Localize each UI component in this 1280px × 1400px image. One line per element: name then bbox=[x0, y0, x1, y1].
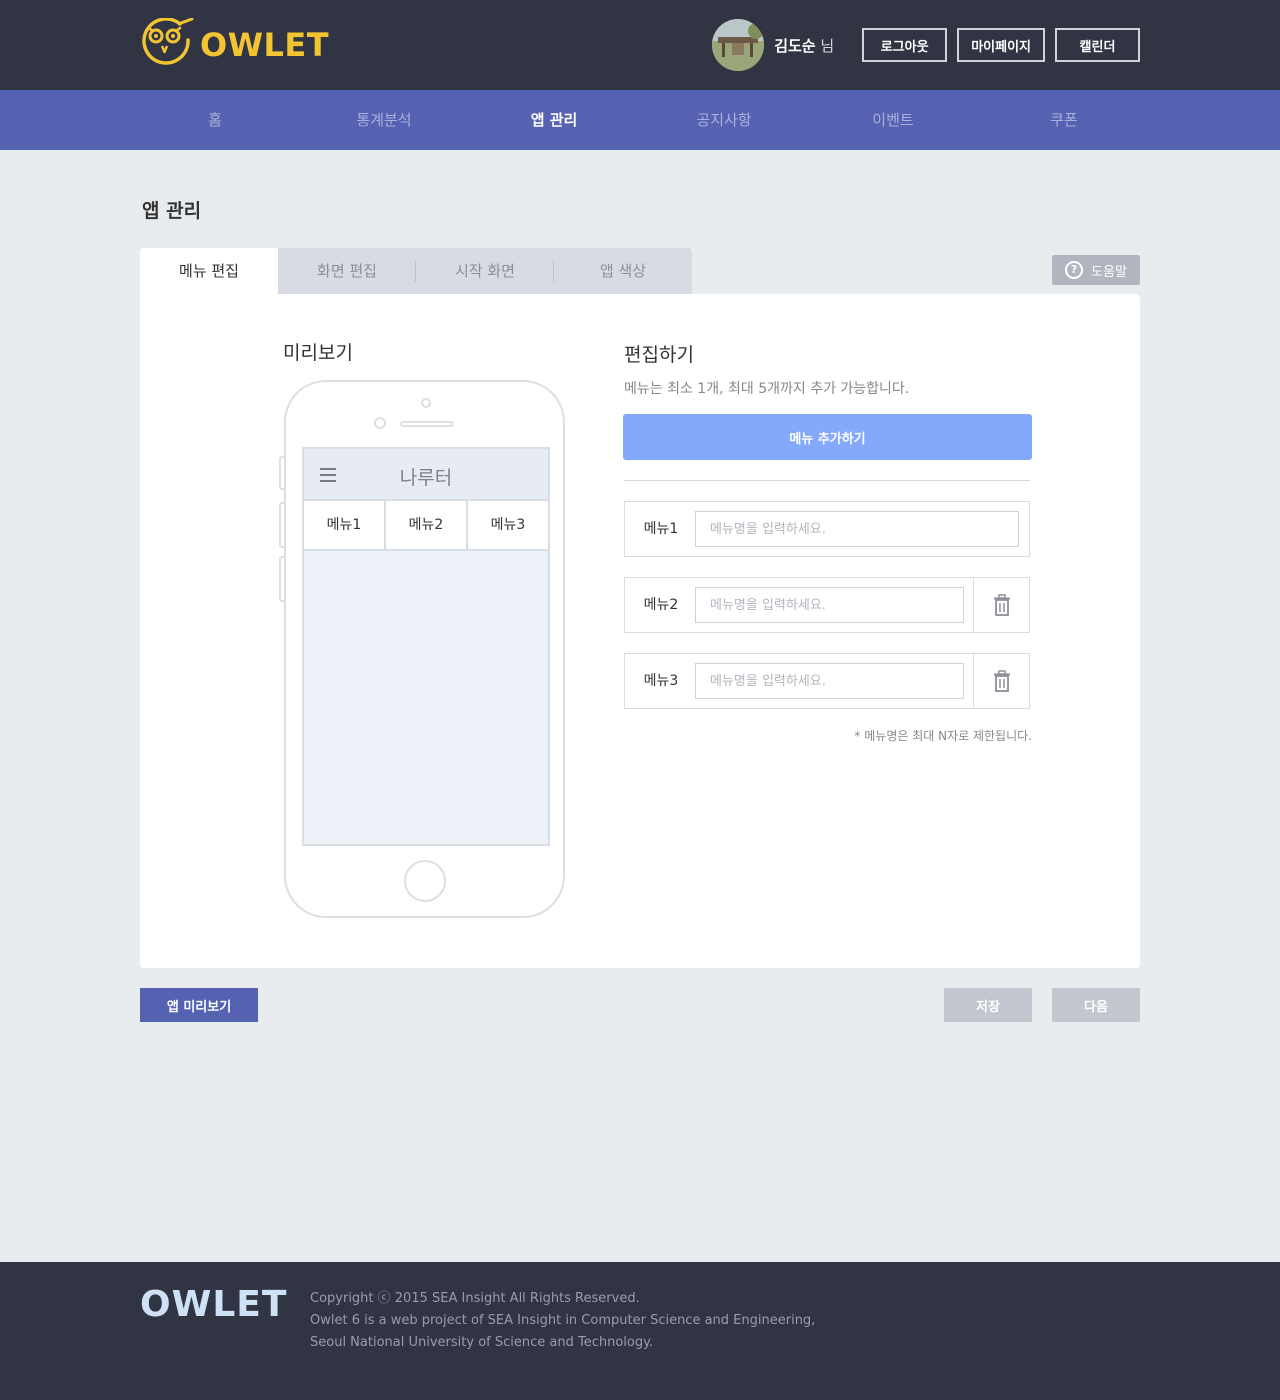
help-button[interactable]: ? 도움말 bbox=[1052, 255, 1140, 285]
trash-icon bbox=[993, 594, 1010, 616]
save-button[interactable]: 저장 bbox=[944, 988, 1032, 1022]
menu-row-label: 메뉴2 bbox=[643, 597, 679, 613]
tab-divider bbox=[415, 260, 416, 282]
calendar-button[interactable]: 캘린더 bbox=[1055, 28, 1140, 62]
nav-item-events[interactable]: 이벤트 bbox=[872, 90, 913, 150]
phone-camera bbox=[374, 417, 386, 429]
menu-name-input[interactable] bbox=[695, 511, 1019, 547]
app-preview-button[interactable]: 앱 미리보기 bbox=[140, 988, 258, 1022]
footer: OWLET Copyright ⓒ 2015 SEA Insight All R… bbox=[0, 1262, 1280, 1400]
tab-start-screen[interactable]: 시작 화면 bbox=[416, 248, 554, 294]
editor-description: 메뉴는 최소 1개, 최대 5개까지 추가 가능합니다. bbox=[624, 381, 910, 397]
menu-row-label: 메뉴3 bbox=[643, 673, 679, 689]
tab-bar: 메뉴 편집 화면 편집 시작 화면 앱 색상 bbox=[140, 248, 692, 294]
next-button[interactable]: 다음 bbox=[1052, 988, 1140, 1022]
nav-item-coupons[interactable]: 쿠폰 bbox=[1050, 90, 1078, 150]
phone-preview: 나루터 메뉴1 메뉴2 메뉴3 bbox=[284, 380, 565, 918]
nav-item-statistics[interactable]: 통계분석 bbox=[356, 90, 411, 150]
tab-screen-edit[interactable]: 화면 편집 bbox=[278, 248, 416, 294]
help-label: 도움말 bbox=[1091, 264, 1127, 280]
avatar[interactable] bbox=[712, 19, 765, 71]
footer-line: Copyright ⓒ 2015 SEA Insight All Rights … bbox=[310, 1291, 640, 1306]
menu-row: 메뉴3 bbox=[624, 653, 1030, 709]
logout-button[interactable]: 로그아웃 bbox=[862, 28, 948, 62]
brand-name: OWLET bbox=[200, 26, 330, 64]
preview-menu-item: 메뉴2 bbox=[386, 501, 468, 549]
menu-row: 메뉴2 bbox=[624, 577, 1030, 633]
preview-app-header: 나루터 bbox=[304, 449, 548, 501]
user-area: 김도순 님 로그아웃 마이페이지 캘린더 bbox=[712, 18, 1140, 72]
owl-logo-icon bbox=[142, 18, 194, 65]
user-name: 김도순 님 bbox=[774, 36, 835, 55]
footer-line: Owlet 6 is a web project of SEA Insight … bbox=[310, 1313, 816, 1328]
preview-title: 미리보기 bbox=[283, 342, 353, 364]
phone-home-button bbox=[404, 860, 446, 902]
menu-row-label: 메뉴1 bbox=[643, 521, 679, 537]
menu-name-input[interactable] bbox=[695, 587, 964, 623]
preview-menu-bar: 메뉴1 메뉴2 메뉴3 bbox=[304, 501, 548, 551]
tab-menu-edit[interactable]: 메뉴 편집 bbox=[140, 248, 278, 294]
preview-menu-item: 메뉴1 bbox=[304, 501, 386, 549]
top-header: OWLET 김도순 님 로그아웃 마이페이지 캘린더 bbox=[0, 0, 1280, 90]
mypage-button[interactable]: 마이페이지 bbox=[957, 28, 1045, 62]
delete-menu-button[interactable] bbox=[973, 654, 1029, 708]
owlet-logo[interactable]: OWLET bbox=[140, 18, 329, 72]
delete-menu-button[interactable] bbox=[973, 578, 1029, 632]
preview-app-title: 나루터 bbox=[399, 467, 453, 489]
editor-title: 편집하기 bbox=[624, 344, 694, 366]
nav-item-notices[interactable]: 공지사항 bbox=[696, 90, 751, 150]
tab-divider bbox=[553, 260, 554, 282]
page-title: 앱 관리 bbox=[142, 200, 202, 222]
nav-item-app-management[interactable]: 앱 관리 bbox=[531, 90, 578, 150]
menu-name-input[interactable] bbox=[695, 663, 964, 699]
trash-icon bbox=[993, 670, 1010, 692]
footer-line: Seoul National University of Science and… bbox=[310, 1335, 654, 1350]
main-nav: 홈 통계분석 앱 관리 공지사항 이벤트 쿠폰 bbox=[0, 90, 1280, 150]
footer-copyright: Copyright ⓒ 2015 SEA Insight All Rights … bbox=[310, 1288, 815, 1354]
divider bbox=[624, 480, 1030, 481]
footer-logo: OWLET bbox=[140, 1284, 288, 1325]
nav-item-home[interactable]: 홈 bbox=[208, 90, 222, 150]
phone-screen: 나루터 메뉴1 메뉴2 메뉴3 bbox=[302, 447, 550, 846]
tab-app-color[interactable]: 앱 색상 bbox=[554, 248, 692, 294]
question-icon: ? bbox=[1065, 261, 1084, 279]
phone-speaker bbox=[400, 421, 454, 427]
phone-sensor bbox=[421, 398, 431, 408]
add-menu-button[interactable]: 메뉴 추가하기 bbox=[623, 414, 1032, 460]
menu-row: 메뉴1 bbox=[624, 501, 1030, 557]
menu-name-limit-note: * 메뉴명은 최대 N자로 제한됩니다. bbox=[854, 729, 1032, 743]
preview-menu-item: 메뉴3 bbox=[490, 517, 526, 533]
